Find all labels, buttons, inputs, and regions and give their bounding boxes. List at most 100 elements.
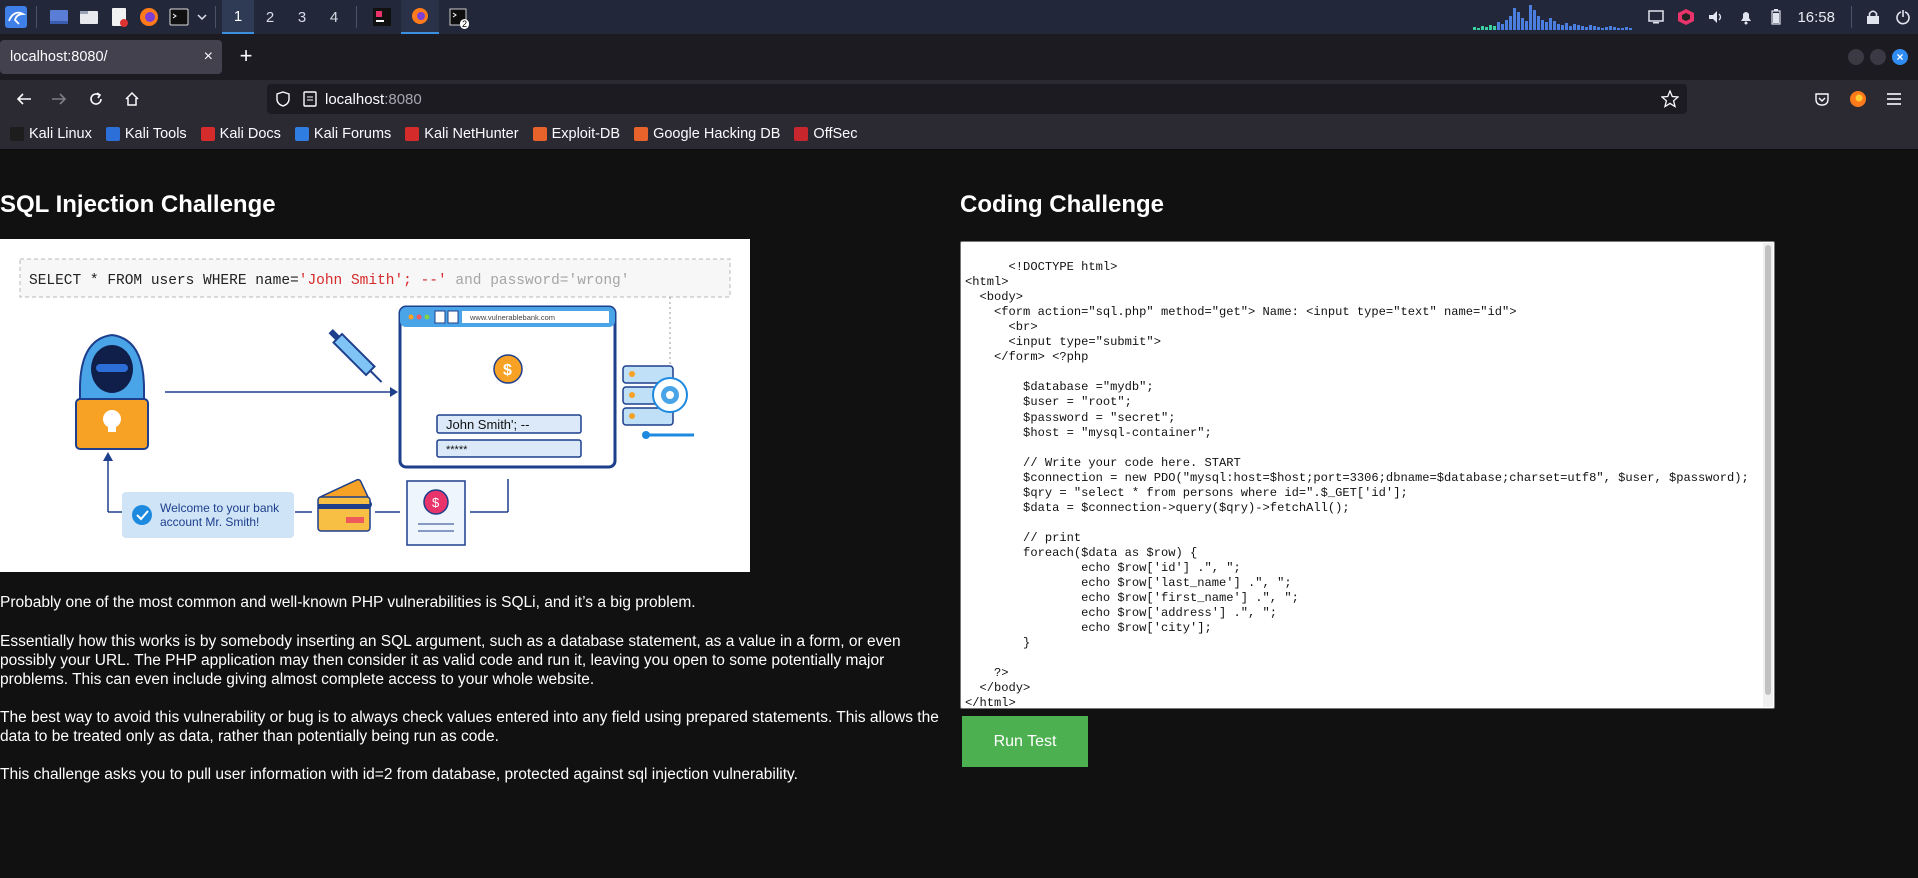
cpu-bar [1581,26,1585,30]
page-info-icon[interactable] [303,91,317,107]
url-port: :8080 [384,90,422,108]
taskbar-separator [1851,6,1852,28]
kali-menu-icon[interactable] [2,3,30,31]
text-editor-icon[interactable] [105,3,133,31]
logout-icon[interactable] [1888,0,1918,34]
navigation-toolbar: localhost:8080 [0,80,1918,118]
display-icon[interactable] [1641,0,1671,34]
bookmark-label: Kali Tools [124,125,187,142]
bookmark-favicon-icon [405,126,420,141]
cpu-bar [1553,21,1557,30]
cpu-bar [1605,27,1609,30]
cpu-bar [1593,26,1597,30]
cpu-bar [1525,21,1529,30]
file-manager-icon[interactable] [75,3,103,31]
cpu-bar [1621,28,1625,30]
terminal-launcher-icon[interactable] [165,3,193,31]
bookmark-star-icon[interactable] [1661,90,1679,108]
app-tray-icon[interactable] [1671,0,1701,34]
bookmark-label: Google Hacking DB [653,125,781,142]
cpu-bar [1485,27,1489,30]
pocket-button[interactable] [1808,86,1836,112]
taskbar-app-terminal[interactable]: 2 [439,0,477,34]
system-tray: 16:58 [1473,0,1918,34]
bookmark-item[interactable]: Kali Tools [105,125,187,142]
cpu-bar [1589,25,1593,30]
cpu-bar [1561,25,1565,30]
code-editor-textarea[interactable]: <!DOCTYPE html> <html> <body> <form acti… [960,241,1775,709]
cpu-bar [1481,26,1485,30]
cpu-bar [1565,23,1569,30]
cpu-bar [1489,25,1493,30]
hacker-icon [75,333,149,450]
volume-icon[interactable] [1701,0,1731,34]
bookmark-favicon-icon [634,126,649,141]
workspace-4[interactable]: 4 [318,0,350,34]
bookmark-item[interactable]: Exploit-DB [532,126,620,142]
bookmark-item[interactable]: OffSec [794,126,857,142]
run-test-button[interactable]: Run Test [962,716,1088,767]
section-title: SQL Injection Challenge [0,191,276,218]
cpu-bar [1477,28,1481,30]
bookmark-favicon-icon [532,126,547,141]
close-window-button[interactable]: × [1892,49,1908,65]
intro-paragraph: Probably one of the most common and well… [0,594,696,611]
illustration-username: John Smith'; -- [446,417,529,432]
lock-screen-icon[interactable] [1858,0,1888,34]
bookmark-item[interactable]: Kali Linux [10,126,92,142]
firefox-account-button[interactable] [1844,86,1872,112]
maximize-window-button[interactable] [1870,49,1886,65]
cpu-bar [1573,24,1577,30]
query-suffix: and password='wrong' [447,273,630,289]
battery-icon[interactable] [1761,0,1791,34]
reload-button[interactable] [82,86,110,112]
taskbar-app-ide[interactable] [363,0,401,34]
bookmark-item[interactable]: Kali Forums [294,126,391,142]
url-bar[interactable]: localhost:8080 [267,84,1687,114]
home-button[interactable] [118,86,146,112]
cpu-bar [1585,27,1589,30]
cpu-bar [1537,16,1541,30]
cpu-bar [1545,22,1549,30]
welcome-line-1: Welcome to your bank [160,501,280,515]
chevron-down-icon[interactable] [195,3,209,31]
shield-icon[interactable] [275,91,291,107]
browser-tab[interactable]: localhost:8080/ × [0,40,222,74]
clock[interactable]: 16:58 [1791,9,1845,26]
back-button[interactable] [10,86,38,112]
cpu-bar [1521,18,1525,30]
svg-text:$: $ [503,362,512,379]
show-desktop-icon[interactable] [45,3,73,31]
minimize-window-button[interactable] [1848,49,1864,65]
cpu-bar [1497,22,1501,30]
workspace-1[interactable]: 1 [222,0,254,34]
bookmark-item[interactable]: Kali Docs [200,126,281,142]
welcome-line-2: account Mr. Smith! [160,515,259,529]
cpu-bar [1597,27,1601,30]
app-menu-button[interactable] [1880,86,1908,112]
arrow-right-icon [52,93,67,105]
cpu-bar [1493,26,1497,30]
taskbar-separator [215,6,216,28]
forward-button[interactable] [45,86,73,112]
tab-close-button[interactable]: × [204,48,213,66]
firefox-launcher-icon[interactable] [135,3,163,31]
bookmark-item[interactable]: Kali NetHunter [405,126,519,142]
query-injected: 'John Smith'; --' [299,273,447,289]
workspace-2[interactable]: 2 [254,0,286,34]
notification-bell-icon[interactable] [1731,0,1761,34]
code-scrollbar[interactable] [1763,243,1773,707]
url-text[interactable]: localhost:8080 [325,91,422,108]
cpu-bar [1629,28,1633,30]
workspace-3[interactable]: 3 [286,0,318,34]
taskbar-app-firefox[interactable] [401,0,439,34]
new-tab-button[interactable]: + [233,44,259,70]
sql-injection-illustration: SELECT * FROM users WHERE name='John Smi… [0,239,750,572]
cpu-bar [1557,24,1561,30]
pocket-icon [1815,93,1829,106]
cpu-bar [1625,27,1629,30]
section-title: Coding Challenge [960,191,1164,218]
bookmark-item[interactable]: Google Hacking DB [634,126,780,142]
code-scrollbar-thumb[interactable] [1765,245,1771,695]
cpu-bar [1501,24,1505,30]
